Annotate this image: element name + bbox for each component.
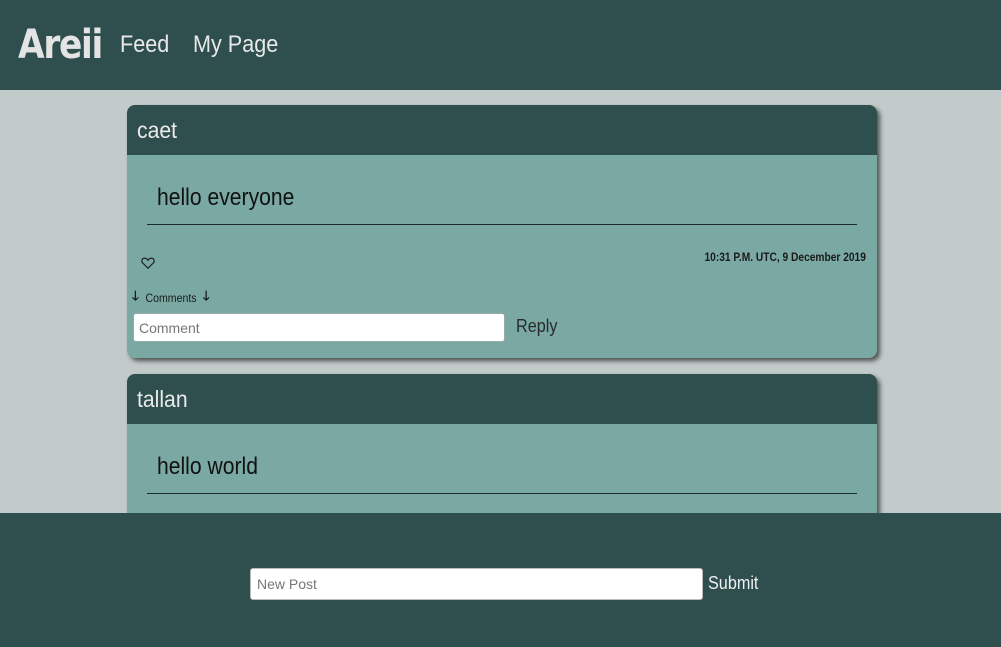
nav-link-feed[interactable]: Feed — [120, 31, 169, 59]
arrow-down-icon: 🡓 — [132, 288, 139, 303]
post-text: hello world — [157, 453, 258, 480]
post-header: caet — [127, 105, 877, 155]
post-author[interactable]: caet — [137, 105, 177, 155]
brand-logo[interactable]: Areii — [18, 22, 103, 68]
top-navbar: Areii Feed My Page — [0, 0, 1001, 90]
heart-icon[interactable] — [141, 256, 155, 270]
comment-input[interactable] — [133, 313, 505, 342]
post-card: tallan hello world — [127, 374, 877, 513]
comments-toggle[interactable]: 🡓 Comments 🡓 — [132, 287, 210, 309]
post-header: tallan — [127, 374, 877, 424]
comments-label: Comments — [145, 291, 197, 305]
post-author[interactable]: tallan — [137, 374, 188, 424]
post-content: hello world — [147, 444, 857, 494]
submit-button[interactable]: Submit — [708, 573, 758, 594]
post-feed[interactable]: caet hello everyone 10:31 P.M. UTC, 9 De… — [0, 90, 1001, 513]
nav-link-my-page[interactable]: My Page — [193, 31, 278, 59]
post-content: hello everyone — [147, 175, 857, 225]
post-text: hello everyone — [157, 184, 295, 211]
post-timestamp: 10:31 P.M. UTC, 9 December 2019 — [704, 250, 866, 264]
arrow-down-icon: 🡓 — [202, 288, 210, 303]
post-card: caet hello everyone 10:31 P.M. UTC, 9 De… — [127, 105, 877, 358]
new-post-footer: Submit — [0, 513, 1001, 647]
new-post-input[interactable] — [250, 568, 703, 600]
reply-button[interactable]: Reply — [516, 316, 557, 337]
